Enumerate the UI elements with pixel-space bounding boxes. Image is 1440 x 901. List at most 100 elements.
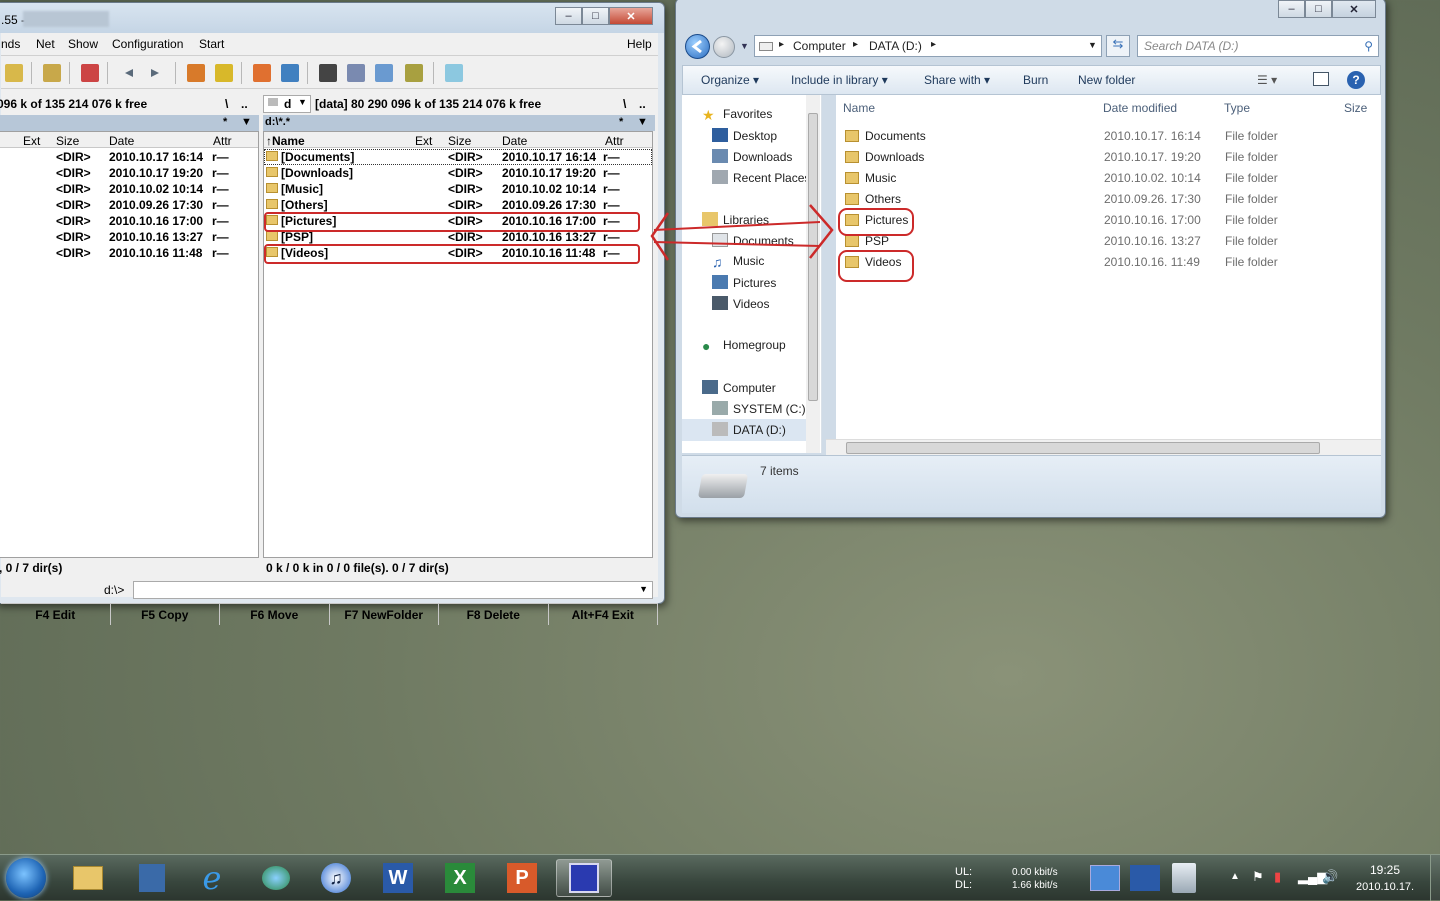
command-input[interactable]: ▼ <box>133 581 653 599</box>
forward-arrow-icon[interactable] <box>147 64 165 82</box>
recycle-bin-icon[interactable] <box>1172 863 1196 893</box>
nav-scrollbar[interactable] <box>806 95 820 453</box>
table-row[interactable]: [Videos] <DIR> 2010.10.16 11:48 r— <box>264 245 652 261</box>
select-icon[interactable] <box>81 64 99 82</box>
menu-commands[interactable]: nds <box>1 37 20 51</box>
col-attr[interactable]: Attr <box>605 134 624 148</box>
taskbar-excel-app[interactable]: X <box>432 859 488 897</box>
col-name[interactable]: ↑Name <box>266 134 305 148</box>
col-date[interactable]: Date <box>109 134 134 148</box>
drive-selector[interactable]: d ▼ <box>263 95 311 113</box>
nav-downloads[interactable]: Downloads <box>712 149 792 164</box>
right-filter[interactable]: * <box>619 116 623 128</box>
copy-names-icon[interactable] <box>405 64 423 82</box>
taskbar-powerpoint-app[interactable]: P <box>494 859 550 897</box>
table-row[interactable]: [PSP] <DIR> 2010.10.16 13:27 r— <box>264 229 652 245</box>
close-button[interactable]: ✕ <box>1332 0 1376 18</box>
multi-rename-icon[interactable] <box>347 64 365 82</box>
nav-lib-documents[interactable]: Documents <box>712 233 794 248</box>
back-arrow-icon[interactable] <box>119 64 137 82</box>
right-history-dropdown-icon[interactable]: ▼ <box>637 116 648 128</box>
menu-configuration[interactable]: Configuration <box>112 37 183 51</box>
nav-lib-videos[interactable]: Videos <box>712 296 769 311</box>
pack-icon[interactable] <box>187 64 205 82</box>
table-row[interactable]: <DIR> 2010.10.17 19:20 r— <box>0 165 258 181</box>
chevron-right-icon[interactable]: ▸ <box>853 39 858 50</box>
nav-lib-music[interactable]: ♫ Music <box>712 254 764 270</box>
nav-computer[interactable]: Computer <box>702 380 776 395</box>
taskbar-totalcmd-app[interactable] <box>556 859 612 897</box>
list-item[interactable]: Videos 2010.10.16. 11:49 File folder <box>836 252 1381 273</box>
close-button[interactable]: ✕ <box>609 7 653 25</box>
list-item[interactable]: Music 2010.10.02. 10:14 File folder <box>836 168 1381 189</box>
f7-newfolder-button[interactable]: F7 NewFolder <box>330 604 439 625</box>
nav-desktop[interactable]: Desktop <box>712 128 777 143</box>
back-button[interactable] <box>685 34 710 59</box>
show-desktop-button[interactable] <box>1430 855 1440 901</box>
table-row[interactable]: <DIR> 2010.10.02 10:14 r— <box>0 181 258 197</box>
nav-homegroup[interactable]: ● Homegroup <box>702 338 786 354</box>
notepad-icon[interactable] <box>445 64 463 82</box>
address-bar[interactable]: ▸ Computer ▸ DATA (D:) ▸ ▼ <box>754 35 1102 57</box>
table-row[interactable]: [Documents] <DIR> 2010.10.17 16:14 r— <box>264 149 652 165</box>
left-filter[interactable]: * <box>223 116 227 128</box>
sync-icon[interactable] <box>43 64 61 82</box>
menu-help[interactable]: Help <box>627 37 652 51</box>
ftp-icon[interactable] <box>253 64 271 82</box>
scrollbar-thumb[interactable] <box>808 113 818 401</box>
recent-pages-chevron-icon[interactable]: ▼ <box>740 41 749 51</box>
organize-button[interactable]: Organize ▾ <box>701 73 759 87</box>
table-row[interactable]: <DIR> 2010.10.16 11:48 r— <box>0 245 258 261</box>
minimize-button[interactable]: – <box>555 7 582 25</box>
nav-drive-c[interactable]: SYSTEM (C:) <box>712 401 806 416</box>
left-path-bar[interactable]: * ▼ <box>0 115 259 131</box>
view-options-icon[interactable]: ☰ ▾ <box>1257 73 1277 87</box>
chevron-down-icon[interactable]: ▼ <box>1088 40 1097 50</box>
include-in-library-button[interactable]: Include in library ▾ <box>791 73 888 87</box>
table-row[interactable]: <DIR> 2010.10.16 13:27 r— <box>0 229 258 245</box>
f6-move-button[interactable]: F6 Move <box>220 604 330 625</box>
tc-titlebar[interactable]: .55 - – □ ✕ <box>0 3 664 33</box>
col-ext[interactable]: Ext <box>23 134 40 148</box>
list-item[interactable]: Documents 2010.10.17. 16:14 File folder <box>836 126 1381 147</box>
nav-lib-pictures[interactable]: Pictures <box>712 275 776 290</box>
table-row[interactable]: [Downloads] <DIR> 2010.10.17 19:20 r— <box>264 165 652 181</box>
f8-delete-button[interactable]: F8 Delete <box>439 604 549 625</box>
computer-icon[interactable] <box>1130 865 1160 891</box>
preview-pane-icon[interactable] <box>1313 72 1329 86</box>
maximize-button[interactable]: □ <box>582 7 609 25</box>
file-list[interactable]: Name Date modified Type Size Documents 20… <box>836 95 1381 453</box>
compare-dirs-icon[interactable] <box>375 64 393 82</box>
chevron-right-icon[interactable]: ▸ <box>779 39 784 50</box>
right-root-button[interactable]: \ <box>623 97 626 111</box>
start-button[interactable] <box>6 858 46 898</box>
volume-icon[interactable]: 🔊 <box>1322 869 1338 885</box>
breadcrumb-data-d[interactable]: DATA (D:) <box>869 39 922 53</box>
nav-libraries[interactable]: Libraries <box>702 212 769 227</box>
right-file-panel[interactable]: ↑Name Ext Size Date Attr [Documents] <DIR… <box>263 131 653 558</box>
maximize-button[interactable]: □ <box>1305 0 1332 18</box>
unpack-icon[interactable] <box>215 64 233 82</box>
left-root-button[interactable]: \ <box>225 97 228 111</box>
search-icon[interactable]: ⚲ <box>1364 39 1373 53</box>
table-row[interactable]: [Pictures] <DIR> 2010.10.16 17:00 r— <box>264 213 652 229</box>
alt-f4-exit-button[interactable]: Alt+F4 Exit <box>549 604 658 625</box>
f4-edit-button[interactable]: F4 Edit <box>1 604 111 625</box>
table-row[interactable]: [Music] <DIR> 2010.10.02 10:14 r— <box>264 181 652 197</box>
f5-copy-button[interactable]: F5 Copy <box>111 604 220 625</box>
help-icon[interactable]: ? <box>1347 71 1365 89</box>
search-binoculars-icon[interactable] <box>319 64 337 82</box>
taskbar-explorer-app[interactable] <box>60 859 116 897</box>
menu-start[interactable]: Start <box>199 37 224 51</box>
taskbar-network-app[interactable] <box>124 859 180 897</box>
col-type[interactable]: Type <box>1224 101 1250 115</box>
col-date-modified[interactable]: Date modified <box>1103 101 1177 115</box>
col-size[interactable]: Size <box>56 134 79 148</box>
clock-date[interactable]: 2010.10.17. <box>1356 881 1414 893</box>
list-item[interactable]: Downloads 2010.10.17. 19:20 File folder <box>836 147 1381 168</box>
chevron-right-icon[interactable]: ▸ <box>931 39 936 50</box>
taskbar-itunes-app[interactable]: ♫ <box>308 859 364 897</box>
right-up-button[interactable]: .. <box>639 97 646 111</box>
minimize-button[interactable]: – <box>1278 0 1305 18</box>
power-icon[interactable]: ▮ <box>1274 869 1281 885</box>
